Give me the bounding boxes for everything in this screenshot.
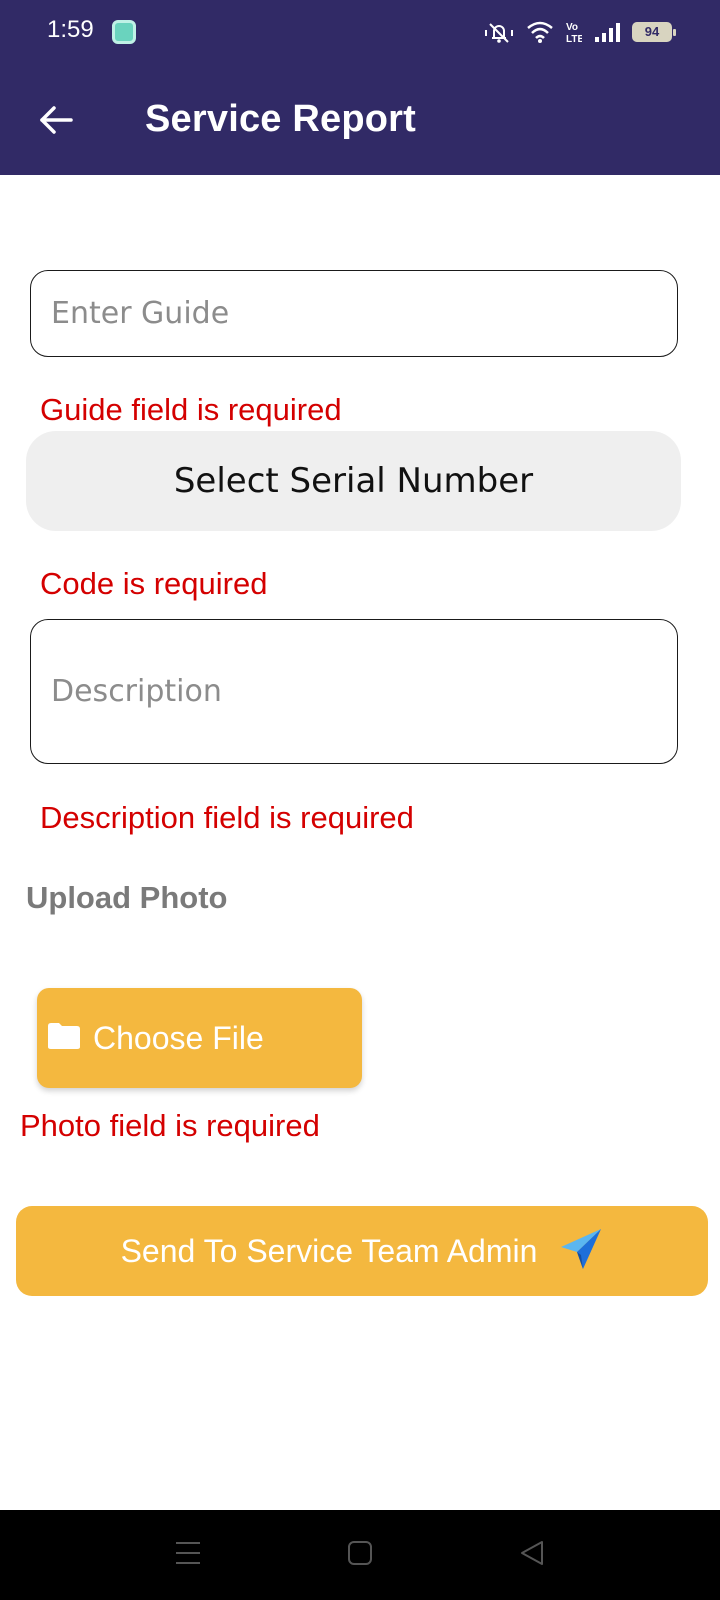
description-error: Description field is required xyxy=(40,800,414,835)
arrow-left-icon xyxy=(38,104,74,141)
nav-home-button[interactable] xyxy=(330,1530,390,1580)
status-icons: Vo LTE 94 xyxy=(484,18,676,46)
signal-icon xyxy=(594,21,620,43)
home-square-icon xyxy=(347,1540,373,1571)
mute-bell-icon xyxy=(484,19,514,45)
photo-error: Photo field is required xyxy=(20,1108,320,1143)
choose-file-label: Choose File xyxy=(93,1019,264,1056)
status-time: 1:59 xyxy=(47,16,94,43)
code-error: Code is required xyxy=(40,566,268,601)
page-title: Service Report xyxy=(145,98,417,140)
description-field-container xyxy=(30,619,678,764)
system-nav-bar xyxy=(0,1510,720,1600)
description-input[interactable] xyxy=(31,620,677,763)
serial-number-select[interactable]: Select Serial Number xyxy=(26,431,681,531)
upload-photo-label: Upload Photo xyxy=(26,880,228,915)
serial-number-label: Select Serial Number xyxy=(173,461,534,501)
guide-field-container xyxy=(30,270,678,357)
battery-icon: 94 xyxy=(632,22,676,42)
back-triangle-icon xyxy=(519,1540,545,1571)
nav-back-button[interactable] xyxy=(502,1530,562,1580)
guide-error: Guide field is required xyxy=(40,392,342,427)
wifi-icon xyxy=(526,20,554,44)
svg-text:Vo: Vo xyxy=(566,22,578,33)
send-icon xyxy=(559,1227,603,1276)
back-button[interactable] xyxy=(30,96,82,148)
nav-menu-button[interactable] xyxy=(158,1530,218,1580)
app-notification-icon xyxy=(112,20,136,44)
app-header: 1:59 Vo LTE 94 Service Report xyxy=(0,0,720,175)
send-button-label: Send To Service Team Admin xyxy=(120,1232,538,1269)
choose-file-button[interactable]: Choose File xyxy=(37,988,362,1088)
send-to-admin-button[interactable]: Send To Service Team Admin xyxy=(16,1206,708,1296)
folder-icon xyxy=(47,1022,81,1055)
menu-icon xyxy=(175,1540,201,1571)
svg-text:LTE: LTE xyxy=(566,34,582,44)
guide-input[interactable] xyxy=(31,271,677,356)
volte-icon: Vo LTE xyxy=(566,20,582,44)
